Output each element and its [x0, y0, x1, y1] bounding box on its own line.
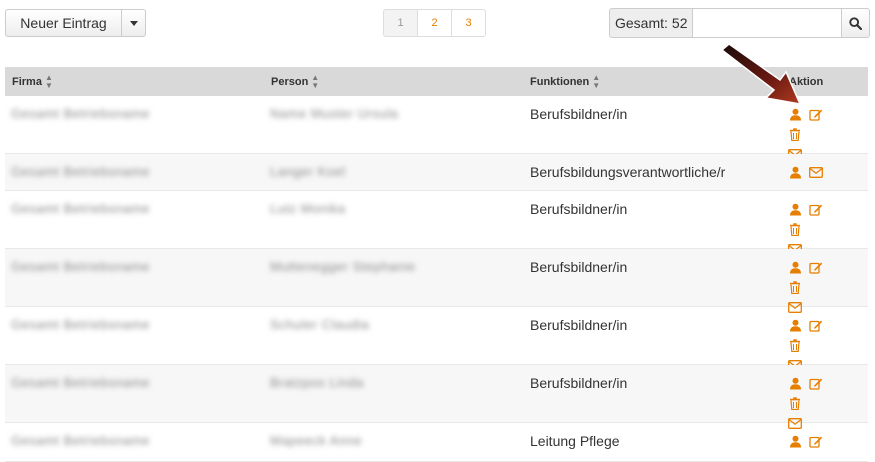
table-body: Gesamt Betriebsname Name Muster Ursula Ber…: [5, 96, 868, 462]
cell-firma: Gesamt Betriebsname: [11, 259, 150, 274]
cell-firma: Gesamt Betriebsname: [11, 375, 150, 390]
table-row: Gesamt Betriebsname Lutz Monika Berufsbild…: [5, 191, 868, 255]
user-icon[interactable]: [788, 318, 802, 332]
sort-icon: ▲ ▼: [311, 72, 320, 90]
new-entry-button[interactable]: Neuer Eintrag: [5, 9, 122, 37]
page-1[interactable]: 1: [383, 9, 418, 37]
annotation-arrow: [720, 44, 802, 105]
trash-icon[interactable]: [788, 127, 802, 141]
search-button[interactable]: [842, 8, 871, 38]
table-row: Gesamt Betriebsname Muttenegger Stephanie…: [5, 249, 868, 313]
user-icon[interactable]: [788, 434, 802, 448]
column-header-funktionen[interactable]: Funktionen ▲ ▼: [530, 67, 600, 96]
total-count-label: Gesamt: 52: [609, 8, 694, 38]
cell-firma: Gesamt Betriebsname: [11, 201, 150, 216]
cell-firma: Gesamt Betriebsname: [11, 106, 150, 121]
trash-icon[interactable]: [788, 338, 802, 352]
sort-icon: ▲ ▼: [44, 72, 53, 90]
cell-firma: Gesamt Betriebsname: [11, 164, 150, 179]
new-entry-dropdown-toggle[interactable]: [122, 9, 146, 37]
sort-icon: ▲ ▼: [592, 72, 601, 90]
search-icon: [849, 16, 863, 30]
cell-person: Lutz Monika: [270, 201, 346, 216]
cell-funktion: Berufsbildner/in: [530, 317, 628, 333]
header-label: Funktionen: [530, 75, 590, 88]
table-row: Gesamt Betriebsname Bratzpos Linda Berufsb…: [5, 365, 868, 429]
edit-icon[interactable]: [809, 318, 823, 332]
user-icon[interactable]: [788, 202, 802, 216]
cell-person: Schuler Claudia: [270, 317, 370, 332]
page-2[interactable]: 2: [417, 9, 452, 37]
edit-icon[interactable]: [809, 202, 823, 216]
caret-down-icon: [129, 20, 138, 26]
cell-funktion: Berufsbildner/in: [530, 201, 628, 217]
trash-icon[interactable]: [788, 280, 802, 294]
trash-icon[interactable]: [788, 396, 802, 410]
entries-table: Firma ▲ ▼ Person ▲ ▼ Funktionen ▲ ▼ Aktion Ges…: [5, 67, 868, 462]
mail-icon[interactable]: [809, 165, 823, 179]
pagination: 1 2 3: [383, 9, 486, 37]
cell-person: Mapeeck Anne: [270, 433, 363, 448]
user-icon[interactable]: [788, 165, 802, 179]
user-icon[interactable]: [788, 376, 802, 390]
header-label: Person: [271, 75, 309, 88]
search-input[interactable]: [693, 8, 843, 38]
cell-person: Name Muster Ursula: [270, 106, 399, 121]
cell-funktion: Berufsbildner/in: [530, 375, 628, 391]
column-header-person[interactable]: Person ▲ ▼: [271, 67, 319, 96]
cell-funktion: Berufsbildungsverantwortliche/r: [530, 164, 726, 180]
trash-icon[interactable]: [788, 222, 802, 236]
edit-icon[interactable]: [809, 376, 823, 390]
cell-funktion: Berufsbildner/in: [530, 106, 628, 122]
user-icon[interactable]: [788, 260, 802, 274]
page-3[interactable]: 3: [451, 9, 486, 37]
table-row: Gesamt Betriebsname Langer Koel Berufsbild…: [5, 154, 868, 191]
edit-icon[interactable]: [809, 434, 823, 448]
new-entry-button-group: Neuer Eintrag: [5, 9, 146, 37]
header-label: Firma: [12, 75, 42, 88]
cell-firma: Gesamt Betriebsname: [11, 317, 150, 332]
cell-person: Bratzpos Linda: [270, 375, 364, 390]
row-actions: [788, 165, 850, 185]
total-label: Gesamt:: [615, 15, 668, 31]
search-group: Gesamt: 52: [609, 8, 871, 38]
edit-icon[interactable]: [809, 260, 823, 274]
cell-funktion: Leitung Pflege: [530, 433, 620, 449]
cell-person: Muttenegger Stephanie: [270, 259, 416, 274]
total-count: 52: [671, 15, 688, 31]
cell-funktion: Berufsbildner/in: [530, 259, 628, 275]
cell-firma: Gesamt Betriebsname: [11, 433, 150, 448]
column-header-firma[interactable]: Firma ▲ ▼: [12, 67, 53, 96]
cell-person: Langer Koel: [270, 164, 346, 179]
table-row: Gesamt Betriebsname Mapeeck Anne Leitung P…: [5, 423, 868, 462]
row-actions: [788, 434, 850, 454]
table-row: Gesamt Betriebsname Schuler Claudia Berufs…: [5, 307, 868, 371]
